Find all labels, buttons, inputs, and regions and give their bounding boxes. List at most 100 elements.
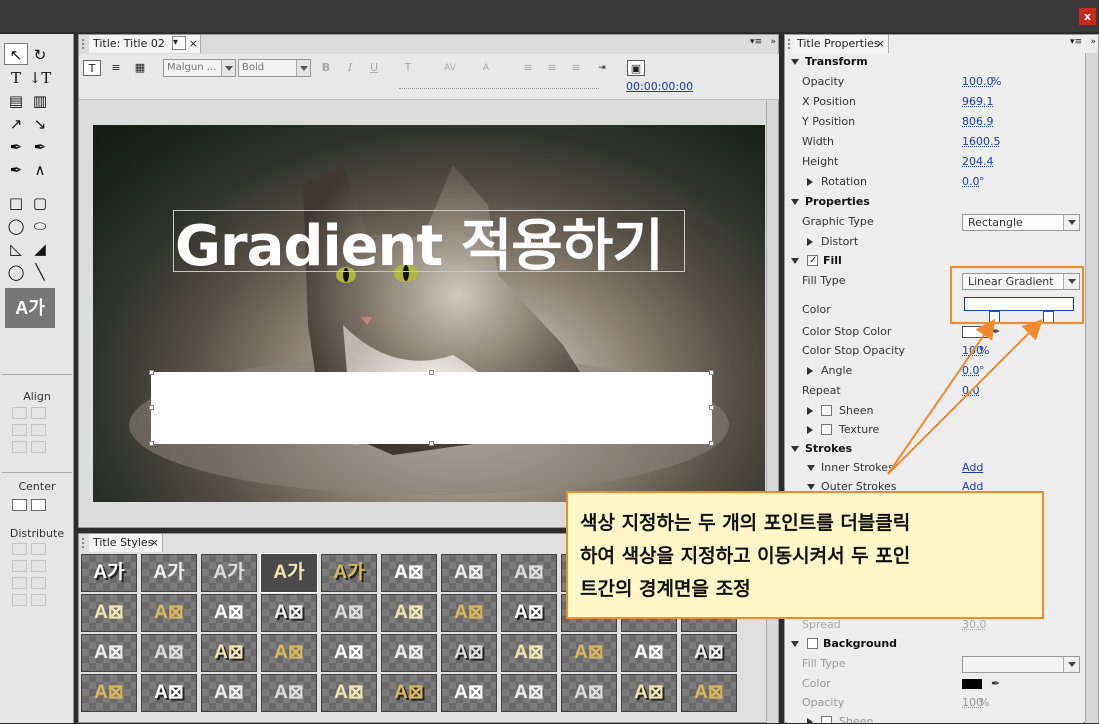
resize-handle[interactable]: [709, 405, 714, 410]
style-swatch[interactable]: A⊠: [141, 674, 197, 712]
style-swatch[interactable]: A⊠: [681, 674, 737, 712]
align-right-icon[interactable]: [12, 424, 27, 436]
disclosure-closed-icon[interactable]: [807, 367, 813, 375]
panel-menu-icon[interactable]: ▾≡: [1070, 37, 1082, 47]
title-canvas[interactable]: Gradient 적용하기: [93, 125, 765, 502]
style-swatch[interactable]: A⊠: [381, 554, 437, 592]
style-swatch[interactable]: A⊠: [81, 634, 137, 672]
rotation-tool-icon[interactable]: ↻: [28, 44, 52, 66]
center-vertical-icon[interactable]: [31, 499, 46, 511]
style-swatch[interactable]: A가: [261, 554, 317, 592]
style-swatch[interactable]: A⊠: [501, 554, 557, 592]
align-bottom-icon[interactable]: [31, 441, 46, 453]
close-icon[interactable]: x: [1079, 8, 1096, 25]
area-type-tool-icon[interactable]: ▤: [4, 90, 28, 112]
distribute-3-icon[interactable]: [12, 560, 27, 572]
italic-icon[interactable]: I: [341, 60, 359, 76]
resize-handle[interactable]: [429, 370, 434, 375]
vertical-path-type-tool-icon[interactable]: ↘: [28, 113, 52, 135]
clipped-corner-rect-tool-icon[interactable]: ▢: [28, 192, 52, 214]
align-center-text-icon[interactable]: ≡: [543, 60, 561, 76]
align-top-icon[interactable]: [31, 424, 46, 436]
vertical-area-type-tool-icon[interactable]: ▥: [28, 90, 52, 112]
expand-icon[interactable]: »: [770, 37, 776, 47]
font-style-select[interactable]: Bold: [238, 59, 311, 77]
style-swatch[interactable]: A⊠: [321, 594, 377, 632]
style-swatch[interactable]: A⊠: [141, 634, 197, 672]
align-left-text-icon[interactable]: ≡: [519, 60, 537, 76]
style-swatch[interactable]: A⊠: [201, 634, 257, 672]
resize-handle[interactable]: [149, 405, 154, 410]
style-swatch[interactable]: A⊠: [561, 674, 617, 712]
bg-fill-type-select[interactable]: [962, 656, 1080, 673]
disclosure-closed-icon[interactable]: [807, 238, 813, 246]
arc-tool-icon[interactable]: ◢: [28, 238, 52, 260]
style-swatch[interactable]: A⊠: [381, 594, 437, 632]
style-swatch[interactable]: A⊠: [621, 674, 677, 712]
section-properties[interactable]: Properties: [787, 193, 1083, 211]
disclosure-closed-icon[interactable]: [807, 178, 813, 186]
sheen-checkbox[interactable]: [821, 405, 832, 416]
tab-stops-icon[interactable]: ⇥: [593, 60, 611, 76]
section-background[interactable]: Background: [787, 635, 1083, 653]
font-size-icon[interactable]: T: [399, 60, 417, 76]
style-swatch[interactable]: A⊠: [621, 634, 677, 672]
distribute-5-icon[interactable]: [12, 577, 27, 589]
style-swatch[interactable]: A⊠: [441, 674, 497, 712]
style-swatch[interactable]: A⊠: [681, 634, 737, 672]
color-swatch[interactable]: [962, 326, 988, 338]
eyedropper-icon[interactable]: ✒: [991, 323, 1000, 341]
style-swatch[interactable]: A⊠: [381, 674, 437, 712]
add-anchor-tool-icon[interactable]: ✒: [4, 159, 28, 181]
style-swatch[interactable]: A⊠: [81, 594, 137, 632]
style-swatch[interactable]: A⊠: [501, 594, 557, 632]
title-text[interactable]: Gradient 적용하기: [175, 201, 663, 282]
align-center-v-icon[interactable]: [12, 441, 27, 453]
section-strokes[interactable]: Strokes: [787, 440, 1083, 458]
bold-icon[interactable]: B: [317, 60, 335, 76]
distribute-6-icon[interactable]: [31, 577, 46, 589]
style-swatch[interactable]: A⊠: [261, 594, 317, 632]
path-type-tool-icon[interactable]: ↗: [4, 113, 28, 135]
close-icon[interactable]: ×: [876, 35, 885, 52]
style-swatch[interactable]: A⊠: [501, 674, 557, 712]
distribute-7-icon[interactable]: [12, 594, 27, 606]
eyedropper-icon[interactable]: ✒: [991, 675, 1000, 693]
style-swatch[interactable]: A⊠: [381, 634, 437, 672]
show-background-video-icon[interactable]: ▣: [627, 60, 645, 76]
style-swatch[interactable]: A⊠: [321, 634, 377, 672]
style-swatch[interactable]: A⊠: [441, 554, 497, 592]
texture-checkbox[interactable]: [821, 424, 832, 435]
distribute-2-icon[interactable]: [31, 543, 46, 555]
fill-checkbox[interactable]: ✓: [807, 255, 818, 266]
panel-grip[interactable]: [788, 39, 792, 49]
gradient-rectangle[interactable]: [151, 372, 712, 444]
chevron-down-icon[interactable]: ▾: [172, 36, 186, 50]
wedge-tool-icon[interactable]: ◺: [4, 238, 28, 260]
disclosure-open-icon[interactable]: [807, 465, 815, 471]
rounded-rect-tool-icon[interactable]: ◯: [4, 215, 28, 237]
style-swatch[interactable]: A⊠: [261, 634, 317, 672]
tab-title-properties[interactable]: Title Properties ×: [793, 35, 889, 53]
panel-grip[interactable]: [82, 538, 86, 548]
disclosure-open-icon[interactable]: [807, 484, 815, 490]
resize-handle[interactable]: [149, 441, 154, 446]
style-swatch[interactable]: A가: [81, 554, 137, 592]
roll-crawl-icon[interactable]: ≡: [107, 60, 125, 76]
align-right-text-icon[interactable]: ≡: [567, 60, 585, 76]
align-left-icon[interactable]: [12, 407, 27, 419]
style-swatch[interactable]: A가: [321, 554, 377, 592]
properties-scrollbar[interactable]: [1085, 53, 1098, 723]
resize-handle[interactable]: [149, 370, 154, 375]
style-swatch[interactable]: A⊠: [501, 634, 557, 672]
distribute-4-icon[interactable]: [31, 560, 46, 572]
delete-anchor-tool-icon[interactable]: ✒: [28, 136, 52, 158]
new-title-icon[interactable]: T: [83, 60, 101, 76]
style-swatch[interactable]: A⊠: [81, 674, 137, 712]
align-center-h-icon[interactable]: [31, 407, 46, 419]
tab-title-styles[interactable]: Title Styles ×: [89, 534, 163, 552]
disclosure-closed-icon[interactable]: [807, 426, 813, 434]
color-swatch[interactable]: [962, 679, 982, 689]
selection-tool-icon[interactable]: ↖: [4, 43, 28, 65]
panel-grip[interactable]: [82, 39, 86, 49]
